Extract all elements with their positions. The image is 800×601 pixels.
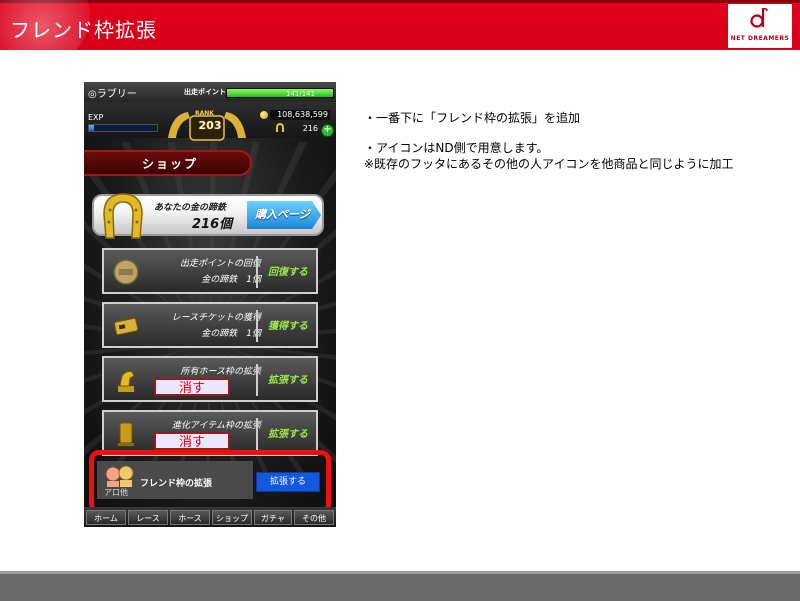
gold-horseshoe-label: あなたの金の蹄鉄: [154, 203, 227, 213]
item-box-icon: [118, 422, 134, 446]
item-cost: 金の蹄鉄 1個: [201, 329, 261, 339]
exp-gauge-fill: [89, 125, 95, 131]
highlight-box: [89, 450, 331, 514]
add-horseshoe-button[interactable]: +: [321, 124, 334, 137]
exp-gauge: [88, 124, 158, 132]
shop-item-horse-slot[interactable]: 所有ホース枠の拡張 消す 拡張する: [102, 356, 318, 402]
gold-horseshoe-icon: [103, 193, 143, 239]
notes: ・一番下に「フレンド枠の拡張」を追加 ・アイコンはND側で用意します。 ※既存の…: [364, 110, 784, 172]
item-divider: [256, 256, 258, 288]
note-line: ・一番下に「フレンド枠の拡張」を追加: [364, 111, 581, 125]
horse-trophy-icon: [118, 371, 135, 392]
item-cost: 金の蹄鉄 1個: [201, 275, 261, 285]
obtain-button[interactable]: 獲得する: [260, 317, 316, 332]
medal-icon: [113, 259, 139, 285]
header-top-line: [0, 0, 800, 3]
logo-text: NET DREAMERS: [730, 35, 790, 42]
item-name: 出走ポイントの回復: [179, 259, 261, 269]
nav-race[interactable]: レース: [128, 510, 168, 525]
slide-title: フレンド枠拡張: [10, 18, 157, 42]
purchase-page-button[interactable]: 購入ページ: [247, 201, 321, 229]
note-line: ※既存のフッタにあるその他の人アイコンを他商品と同じように加工: [364, 157, 734, 171]
expand-item-slot-button[interactable]: 拡張する: [260, 425, 316, 440]
rank-value: 203: [198, 119, 222, 132]
item-name: 所有ホース枠の拡張: [180, 367, 261, 377]
horseshoe-small-icon: [276, 123, 284, 132]
item-divider: [256, 310, 258, 342]
shop-item-sp-recovery[interactable]: 出走ポイントの回復 金の蹄鉄 1個 回復する: [102, 248, 318, 294]
exp-label: EXP: [88, 113, 104, 122]
horseshoe-count: 216: [302, 124, 318, 133]
erase-annotation: 消す: [154, 378, 230, 396]
sp-gauge: [226, 88, 334, 98]
slide-footer: [0, 571, 800, 601]
nav-gacha[interactable]: ガチャ: [254, 510, 292, 525]
rank-label: RANK: [195, 110, 214, 117]
game-screenshot: ◎ラブリー 出走ポイント 141/141 EXP RANK 203 108,63…: [84, 82, 336, 527]
item-name: レースチケットの獲得: [171, 313, 261, 323]
item-divider: [256, 418, 258, 450]
coin-icon: [260, 111, 268, 119]
ticket-icon: [113, 317, 139, 336]
sp-label: 出走ポイント: [184, 88, 226, 96]
note-line: ・アイコンはND側で用意します。: [364, 141, 549, 155]
nav-home[interactable]: ホーム: [86, 510, 126, 525]
expand-horse-slot-button[interactable]: 拡張する: [260, 371, 316, 386]
sp-gauge-fill: [227, 89, 333, 97]
company-logo: NET DREAMERS: [728, 4, 792, 48]
username: ◎ラブリー: [88, 89, 137, 100]
nav-other[interactable]: その他: [294, 510, 334, 525]
gold-horseshoe-count: 216個: [192, 217, 233, 232]
shop-title: ショップ: [142, 157, 199, 171]
erase-annotation: 消す: [154, 432, 230, 450]
item-name: 進化アイテム枠の拡張: [171, 421, 261, 431]
money-value: 108,638,599: [270, 110, 330, 120]
recover-button[interactable]: 回復する: [260, 263, 316, 278]
logo-mark-icon: [750, 8, 768, 28]
item-divider: [256, 364, 258, 396]
slide-header: フレンド枠拡張 NET DREAMERS: [0, 0, 800, 50]
nav-horse[interactable]: ホース: [170, 510, 210, 525]
nav-shop[interactable]: ショップ: [212, 510, 252, 525]
shop-item-race-ticket[interactable]: レースチケットの獲得 金の蹄鉄 1個 獲得する: [102, 302, 318, 348]
sp-value: 141/141: [286, 90, 316, 98]
